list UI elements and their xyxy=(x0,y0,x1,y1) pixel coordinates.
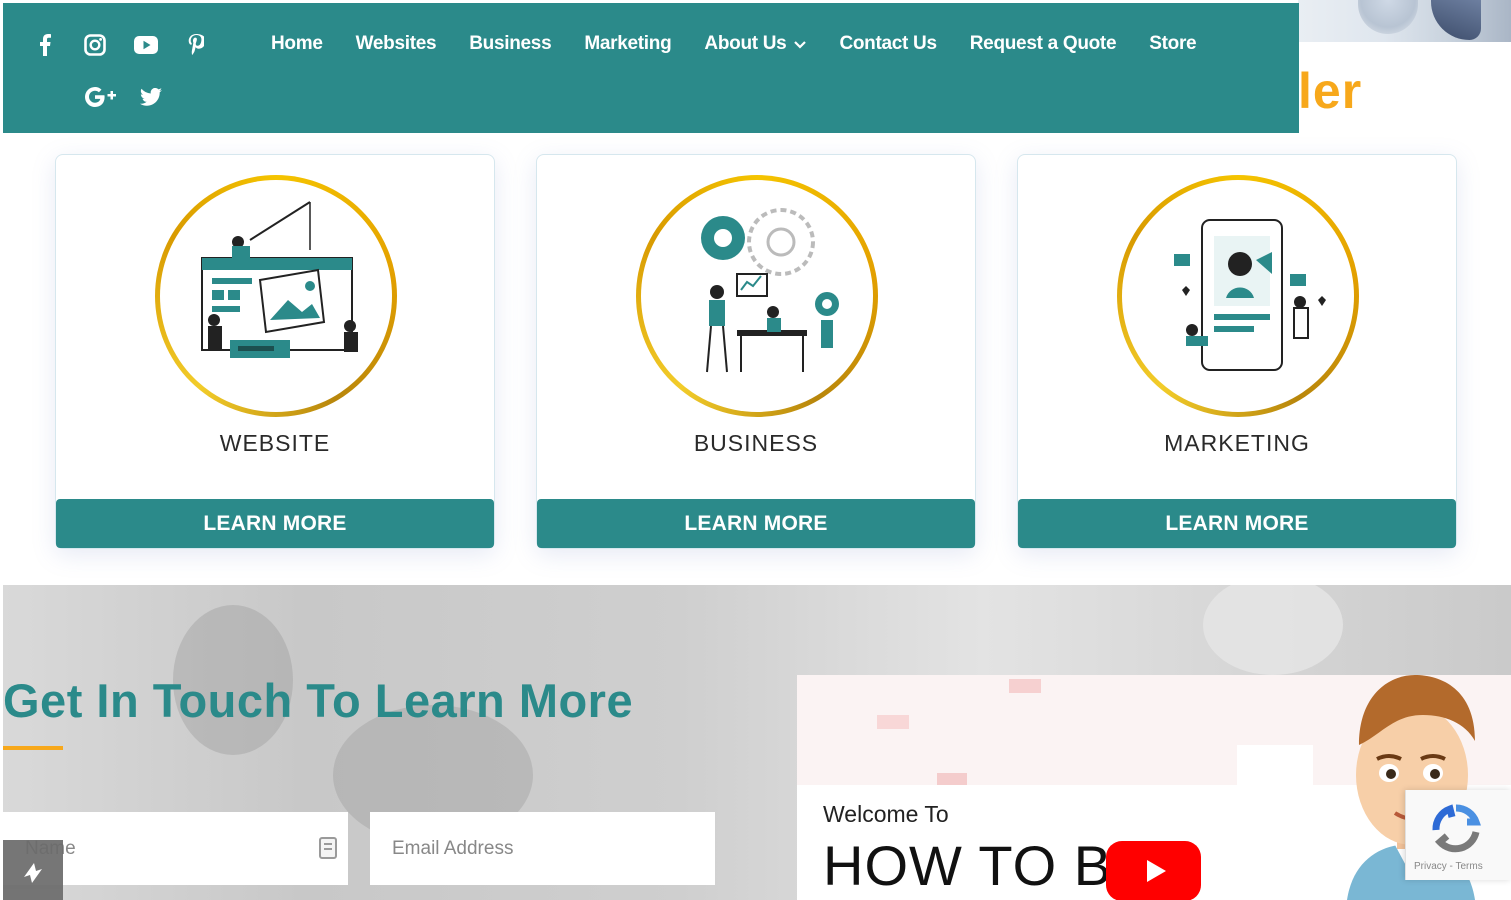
gold-ring xyxy=(636,175,878,417)
facebook-icon[interactable] xyxy=(35,33,55,57)
nav-item-business[interactable]: Business xyxy=(469,33,551,55)
hero-title-fragment: ler xyxy=(1298,63,1363,119)
google-plus-icon[interactable] xyxy=(83,85,119,109)
learn-more-button-website[interactable]: LEARN MORE xyxy=(56,499,494,548)
title-underline xyxy=(3,746,63,750)
recaptcha-icon xyxy=(1432,804,1481,853)
card-title: BUSINESS xyxy=(693,430,819,456)
service-card-business: BUSINESS LEARN MORE xyxy=(536,154,976,549)
decorative-block xyxy=(937,773,967,785)
main-nav: Home Websites Business Marketing About U… xyxy=(271,33,1229,55)
pinterest-icon[interactable] xyxy=(185,33,207,57)
nav-item-store[interactable]: Store xyxy=(1149,33,1196,55)
youtube-play-button[interactable] xyxy=(1106,841,1201,900)
nav-item-contact-us[interactable]: Contact Us xyxy=(839,33,937,55)
chevron-down-icon xyxy=(794,33,807,55)
business-illustration xyxy=(641,180,873,412)
nav-item-about-us[interactable]: About Us xyxy=(704,33,807,55)
play-icon xyxy=(1146,860,1166,882)
gold-ring xyxy=(155,175,397,417)
decorative-block xyxy=(1009,679,1041,693)
card-title: MARKETING xyxy=(1164,430,1310,456)
website-illustration xyxy=(160,180,392,412)
service-card-website: WEBSITE LEARN MORE xyxy=(55,154,495,549)
decorative-block xyxy=(1237,745,1313,785)
nav-item-request-quote[interactable]: Request a Quote xyxy=(970,33,1117,55)
services-section: WEBSITE LEARN MORE BUSINESS LEARN MORE M… xyxy=(3,140,1511,585)
contact-title: Get In Touch To Learn More xyxy=(3,674,634,727)
marketing-illustration xyxy=(1122,180,1354,412)
contact-card-icon[interactable] xyxy=(319,837,337,859)
decorative-block xyxy=(877,715,909,729)
gold-ring xyxy=(1117,175,1359,417)
nav-item-about-us-label: About Us xyxy=(704,33,787,54)
accessibility-widget-icon[interactable] xyxy=(3,840,63,900)
nav-item-marketing[interactable]: Marketing xyxy=(584,33,671,55)
learn-more-button-marketing[interactable]: LEARN MORE xyxy=(1018,499,1456,548)
email-field[interactable] xyxy=(370,812,715,885)
video-embed[interactable]: Welcome To HOW TO BU Privacy - Terms xyxy=(797,675,1511,900)
recaptcha-links[interactable]: Privacy - Terms xyxy=(1414,861,1483,872)
nav-item-home[interactable]: Home xyxy=(271,33,323,55)
learn-more-button-business[interactable]: LEARN MORE xyxy=(537,499,975,548)
hero-photo xyxy=(1298,0,1511,42)
background-photo-shape xyxy=(1203,585,1343,675)
video-welcome-text: Welcome To xyxy=(823,801,949,827)
instagram-icon[interactable] xyxy=(83,33,107,57)
service-card-marketing: MARKETING LEARN MORE xyxy=(1017,154,1457,549)
twitter-icon[interactable] xyxy=(139,85,163,109)
recaptcha-badge[interactable]: Privacy - Terms xyxy=(1405,790,1511,880)
video-title: HOW TO BU xyxy=(823,834,1154,897)
youtube-icon[interactable] xyxy=(133,33,159,57)
navbar: Home Websites Business Marketing About U… xyxy=(3,3,1299,133)
card-title: WEBSITE xyxy=(219,430,331,456)
nav-item-websites[interactable]: Websites xyxy=(356,33,437,55)
